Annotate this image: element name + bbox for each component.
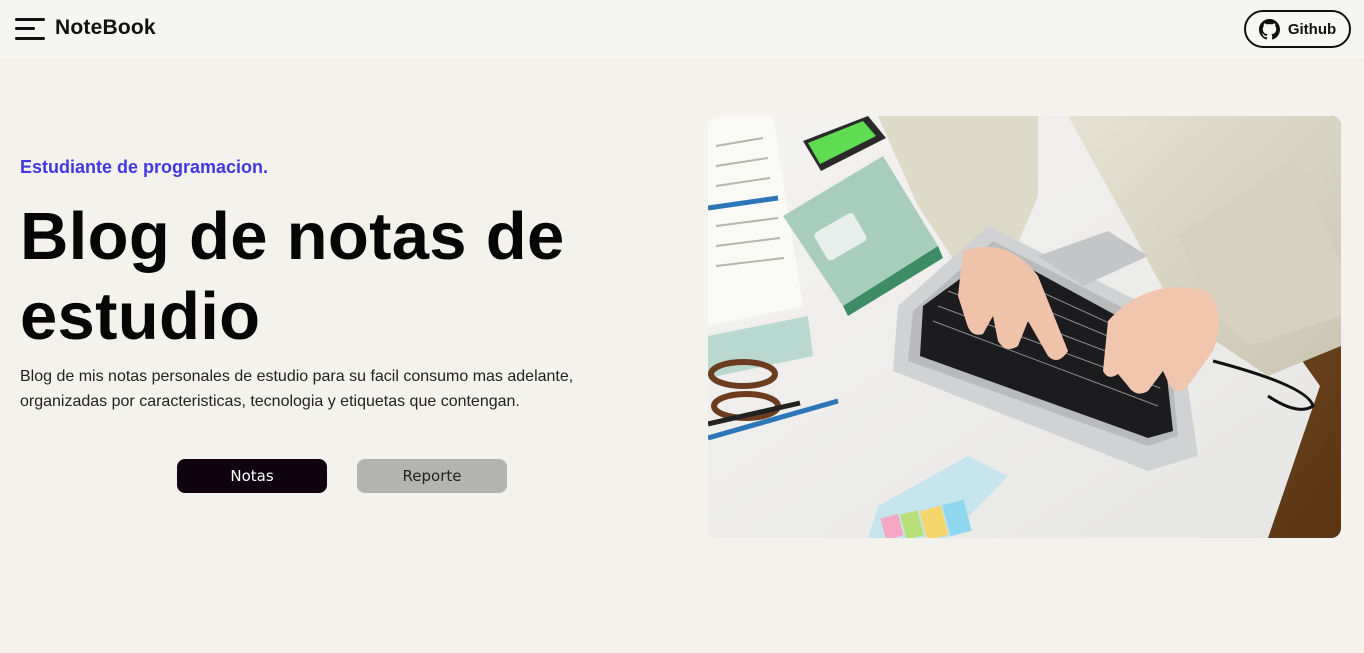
reporte-button[interactable]: Reporte bbox=[357, 459, 507, 493]
page-title: Blog de notas de estudio bbox=[20, 199, 565, 354]
github-button-label: Github bbox=[1287, 20, 1337, 38]
hamburger-menu-icon[interactable] bbox=[15, 17, 45, 41]
brand-logo-text[interactable]: NoteBook bbox=[55, 16, 156, 40]
hero-description: Blog de mis notas personales de estudio … bbox=[20, 368, 574, 410]
hero-subtitle: Estudiante de programacion. bbox=[20, 157, 269, 177]
notas-button[interactable]: Notas bbox=[177, 459, 327, 493]
top-navbar: NoteBook Github bbox=[0, 0, 1364, 58]
github-icon bbox=[1258, 18, 1280, 39]
hero-image bbox=[708, 116, 1341, 538]
github-button[interactable]: Github bbox=[1244, 10, 1351, 48]
